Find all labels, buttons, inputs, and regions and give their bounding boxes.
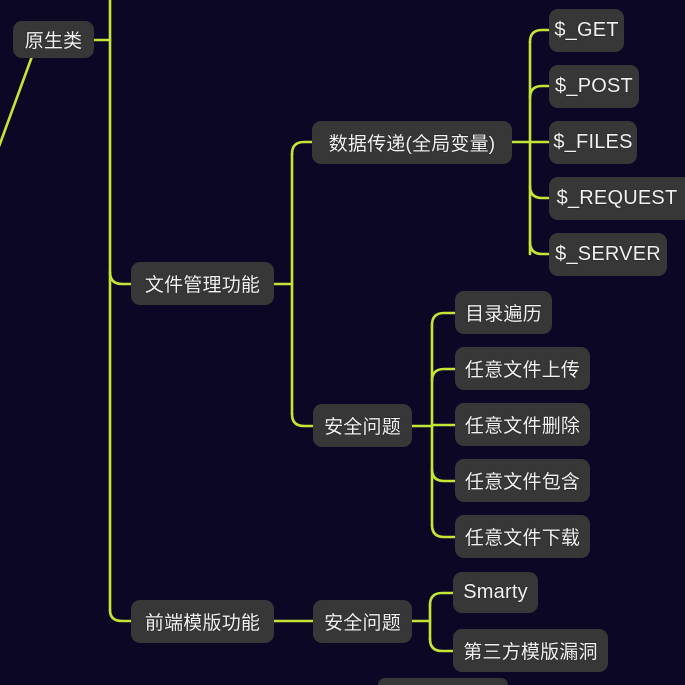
mindmap-node-label: 安全问题: [324, 613, 401, 634]
edge-datapass-to-request: [528, 184, 551, 200]
mindmap-node-smarty[interactable]: Smarty: [453, 572, 538, 613]
mindmap-node-label: 前端模版功能: [144, 613, 261, 634]
edge-secfile-to-include: [430, 467, 457, 483]
mindmap-node-label: $_REQUEST: [556, 187, 678, 209]
mindmap-node-server[interactable]: $_SERVER: [549, 233, 667, 276]
edge-sectpl-to-smarty: [428, 591, 455, 607]
edge-datapass-to-get: [528, 28, 551, 44]
mindmap-node-post[interactable]: $_POST: [549, 65, 639, 108]
mindmap-node-label: 原生类: [24, 31, 83, 52]
mindmap-node-filemgmt[interactable]: 文件管理功能: [131, 262, 274, 305]
edge-filemgmt-to-datapass: [290, 140, 314, 156]
mindmap-node-files[interactable]: $_FILES: [549, 121, 637, 164]
mindmap-node-label: 文件管理功能: [144, 275, 261, 296]
mindmap-node-label: 目录遍历: [465, 304, 542, 325]
edge-secfile-to-dir: [430, 311, 457, 327]
mindmap-node-request[interactable]: $_REQUEST: [549, 177, 685, 220]
edge-filemgmt-to-secfile: [290, 412, 315, 428]
mindmap-node-label: 任意文件上传: [464, 360, 581, 381]
mindmap-node-label: $_GET: [554, 19, 619, 41]
mindmap-node-sec_file[interactable]: 安全问题: [313, 404, 412, 447]
mindmap-node-anyinclude[interactable]: 任意文件包含: [455, 459, 590, 502]
mindmap-node-sec_tpl[interactable]: 安全问题: [313, 600, 412, 643]
mindmap-node-anydownload[interactable]: 任意文件下载: [455, 515, 590, 558]
mindmap-node-label: 任意文件删除: [464, 416, 581, 437]
mindmap-canvas: 原生类文件管理功能 数据传递(全局变量) $_GET $_POST $_FILES $_R…: [0, 0, 685, 685]
edge-secfile-to-download: [430, 523, 457, 539]
mindmap-node-label: 安全问题: [324, 417, 401, 438]
mindmap-node-label: $_SERVER: [555, 243, 661, 265]
mindmap-node-label: 任意文件包含: [464, 472, 581, 493]
mindmap-node-dirtraversal[interactable]: 目录遍历: [455, 291, 552, 334]
mindmap-node-anyupload[interactable]: 任意文件上传: [455, 347, 590, 390]
mindmap-node-get[interactable]: $_GET: [549, 9, 624, 52]
mindmap-node-partial_bottom[interactable]: [378, 678, 508, 685]
edge-secfile-to-upload: [430, 367, 457, 383]
edge-offscreen-to-native: [0, 38, 40, 148]
mindmap-node-label: $_FILES: [553, 131, 633, 153]
mindmap-node-label: 任意文件下载: [464, 528, 581, 549]
mindmap-node-label: Smarty: [463, 581, 528, 603]
mindmap-node-label: $_POST: [555, 75, 633, 97]
mindmap-node-label: 数据传递(全局变量): [328, 134, 496, 155]
edge-trunk-to-template: [108, 608, 133, 623]
mindmap-node-anydelete[interactable]: 任意文件删除: [455, 403, 590, 446]
edge-datapass-to-server: [528, 240, 551, 256]
mindmap-node-native[interactable]: 原生类: [13, 21, 94, 58]
mindmap-node-template[interactable]: 前端模版功能: [131, 600, 274, 643]
edge-sectpl-to-thirdparty: [428, 637, 455, 653]
mindmap-node-datapass[interactable]: 数据传递(全局变量): [312, 121, 512, 164]
edge-trunk-to-filemgmt: [108, 270, 133, 286]
mindmap-node-thirdparty[interactable]: 第三方模版漏洞: [453, 629, 608, 672]
edge-datapass-to-post: [528, 84, 551, 100]
mindmap-node-label: 第三方模版漏洞: [463, 642, 598, 663]
